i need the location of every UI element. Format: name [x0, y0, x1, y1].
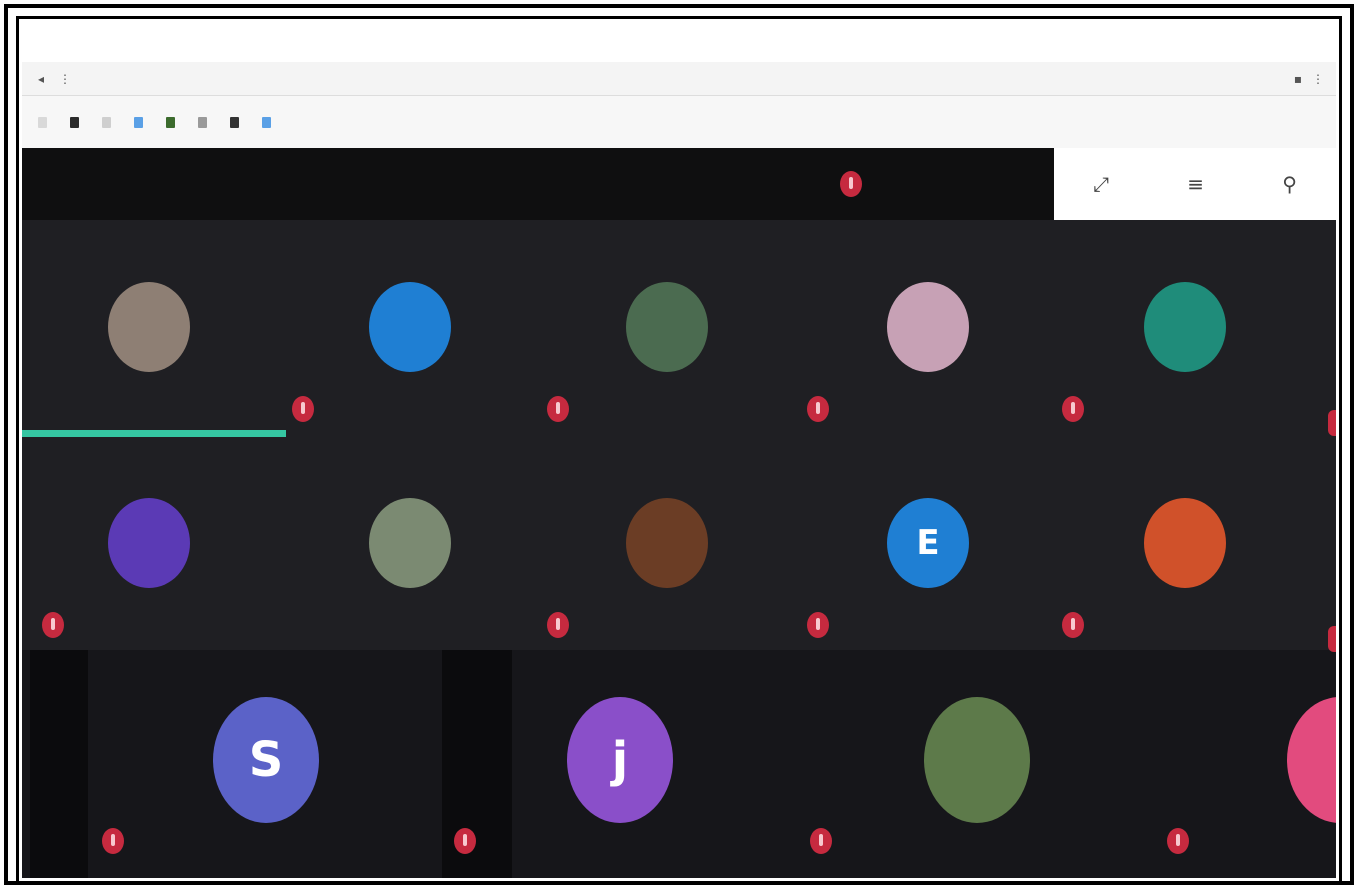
- participant-avatar: [1144, 282, 1226, 372]
- muted-mic-icon: [547, 612, 569, 638]
- extensions-icon[interactable]: ▪: [1294, 72, 1302, 86]
- bookmark-icon: [262, 116, 271, 128]
- bookmark-item[interactable]: [230, 116, 244, 128]
- participant-label: [1167, 828, 1196, 854]
- header-toolbar: ⤢ ≡ ⚲: [1054, 148, 1336, 220]
- muted-mic-icon: [1062, 396, 1084, 422]
- bookmark-icon: [230, 116, 239, 128]
- participant-avatar: [369, 498, 451, 588]
- muted-mic-icon: [454, 828, 476, 854]
- muted-mic-icon: [1328, 626, 1336, 652]
- participant-label: [292, 396, 321, 422]
- bookmark-item[interactable]: [198, 116, 212, 128]
- expand-icon[interactable]: ⤢: [1093, 172, 1109, 196]
- info-icon[interactable]: ⋮: [58, 72, 72, 86]
- current-user[interactable]: [840, 158, 870, 210]
- list-icon[interactable]: ≡: [1187, 172, 1204, 196]
- bookmark-icon: [134, 116, 143, 128]
- participant-label: [102, 828, 131, 854]
- muted-mic-icon: [102, 828, 124, 854]
- participant-label: [1062, 396, 1091, 422]
- participant-grid: E Sj: [22, 220, 1336, 878]
- bookmark-item[interactable]: [38, 116, 52, 128]
- browser-window: ◂ ⋮ ▪ ⋮ ⤢ ≡ ⚲ E S j: [22, 22, 1336, 878]
- participant-label: [807, 612, 836, 638]
- back-icon[interactable]: ◂: [34, 72, 48, 86]
- meeting-header: ⤢ ≡ ⚲: [22, 148, 1336, 220]
- bookmark-item[interactable]: [102, 116, 116, 128]
- bookmark-icon: [38, 116, 47, 128]
- participant-label: [547, 612, 576, 638]
- participant-avatar: [924, 697, 1030, 823]
- muted-mic-icon: [1062, 612, 1084, 638]
- kebab-menu-icon[interactable]: ⋮: [1312, 72, 1324, 86]
- bookmark-item[interactable]: [134, 116, 148, 128]
- participant-avatar: E: [887, 498, 969, 588]
- bookmark-item[interactable]: [262, 116, 276, 128]
- muted-mic-icon: [810, 828, 832, 854]
- participant-avatar: [1144, 498, 1226, 588]
- person-icon[interactable]: ⚲: [1282, 172, 1297, 196]
- title-bar: [22, 22, 1336, 62]
- participant-label: [807, 396, 836, 422]
- bookmark-item[interactable]: [166, 116, 180, 128]
- participant-avatar: [108, 498, 190, 588]
- bookmark-item[interactable]: [70, 116, 84, 128]
- participant-label: [42, 612, 71, 638]
- bookmark-icon: [102, 116, 111, 128]
- muted-mic-icon: [807, 612, 829, 638]
- participant-avatar: [626, 282, 708, 372]
- user-avatar: [840, 171, 862, 197]
- muted-mic-icon: [1328, 410, 1336, 436]
- muted-mic-icon: [547, 396, 569, 422]
- bookmark-icon: [166, 116, 175, 128]
- participant-label: [454, 828, 483, 854]
- participant-avatar: [369, 282, 451, 372]
- inner-frame: ◂ ⋮ ▪ ⋮ ⤢ ≡ ⚲ E S j: [16, 16, 1342, 884]
- muted-mic-icon: [1167, 828, 1189, 854]
- muted-mic-icon: [42, 612, 64, 638]
- participant-avatar: j: [567, 697, 673, 823]
- participant-avatar: [108, 282, 190, 372]
- muted-mic-icon: [292, 396, 314, 422]
- address-bar[interactable]: ◂ ⋮ ▪ ⋮: [22, 62, 1336, 96]
- bookmark-icon: [198, 116, 207, 128]
- participant-avatar: S: [213, 697, 319, 823]
- participant-label: [810, 828, 839, 854]
- participant-avatar: [887, 282, 969, 372]
- participant-label: [1062, 612, 1091, 638]
- video-stripe: [30, 650, 88, 878]
- bookmark-icon: [70, 116, 79, 128]
- bookmarks-bar: [22, 96, 1336, 148]
- participant-label: [547, 396, 576, 422]
- participant-avatar: [626, 498, 708, 588]
- muted-mic-icon: [807, 396, 829, 422]
- active-speaker-indicator: [22, 430, 286, 437]
